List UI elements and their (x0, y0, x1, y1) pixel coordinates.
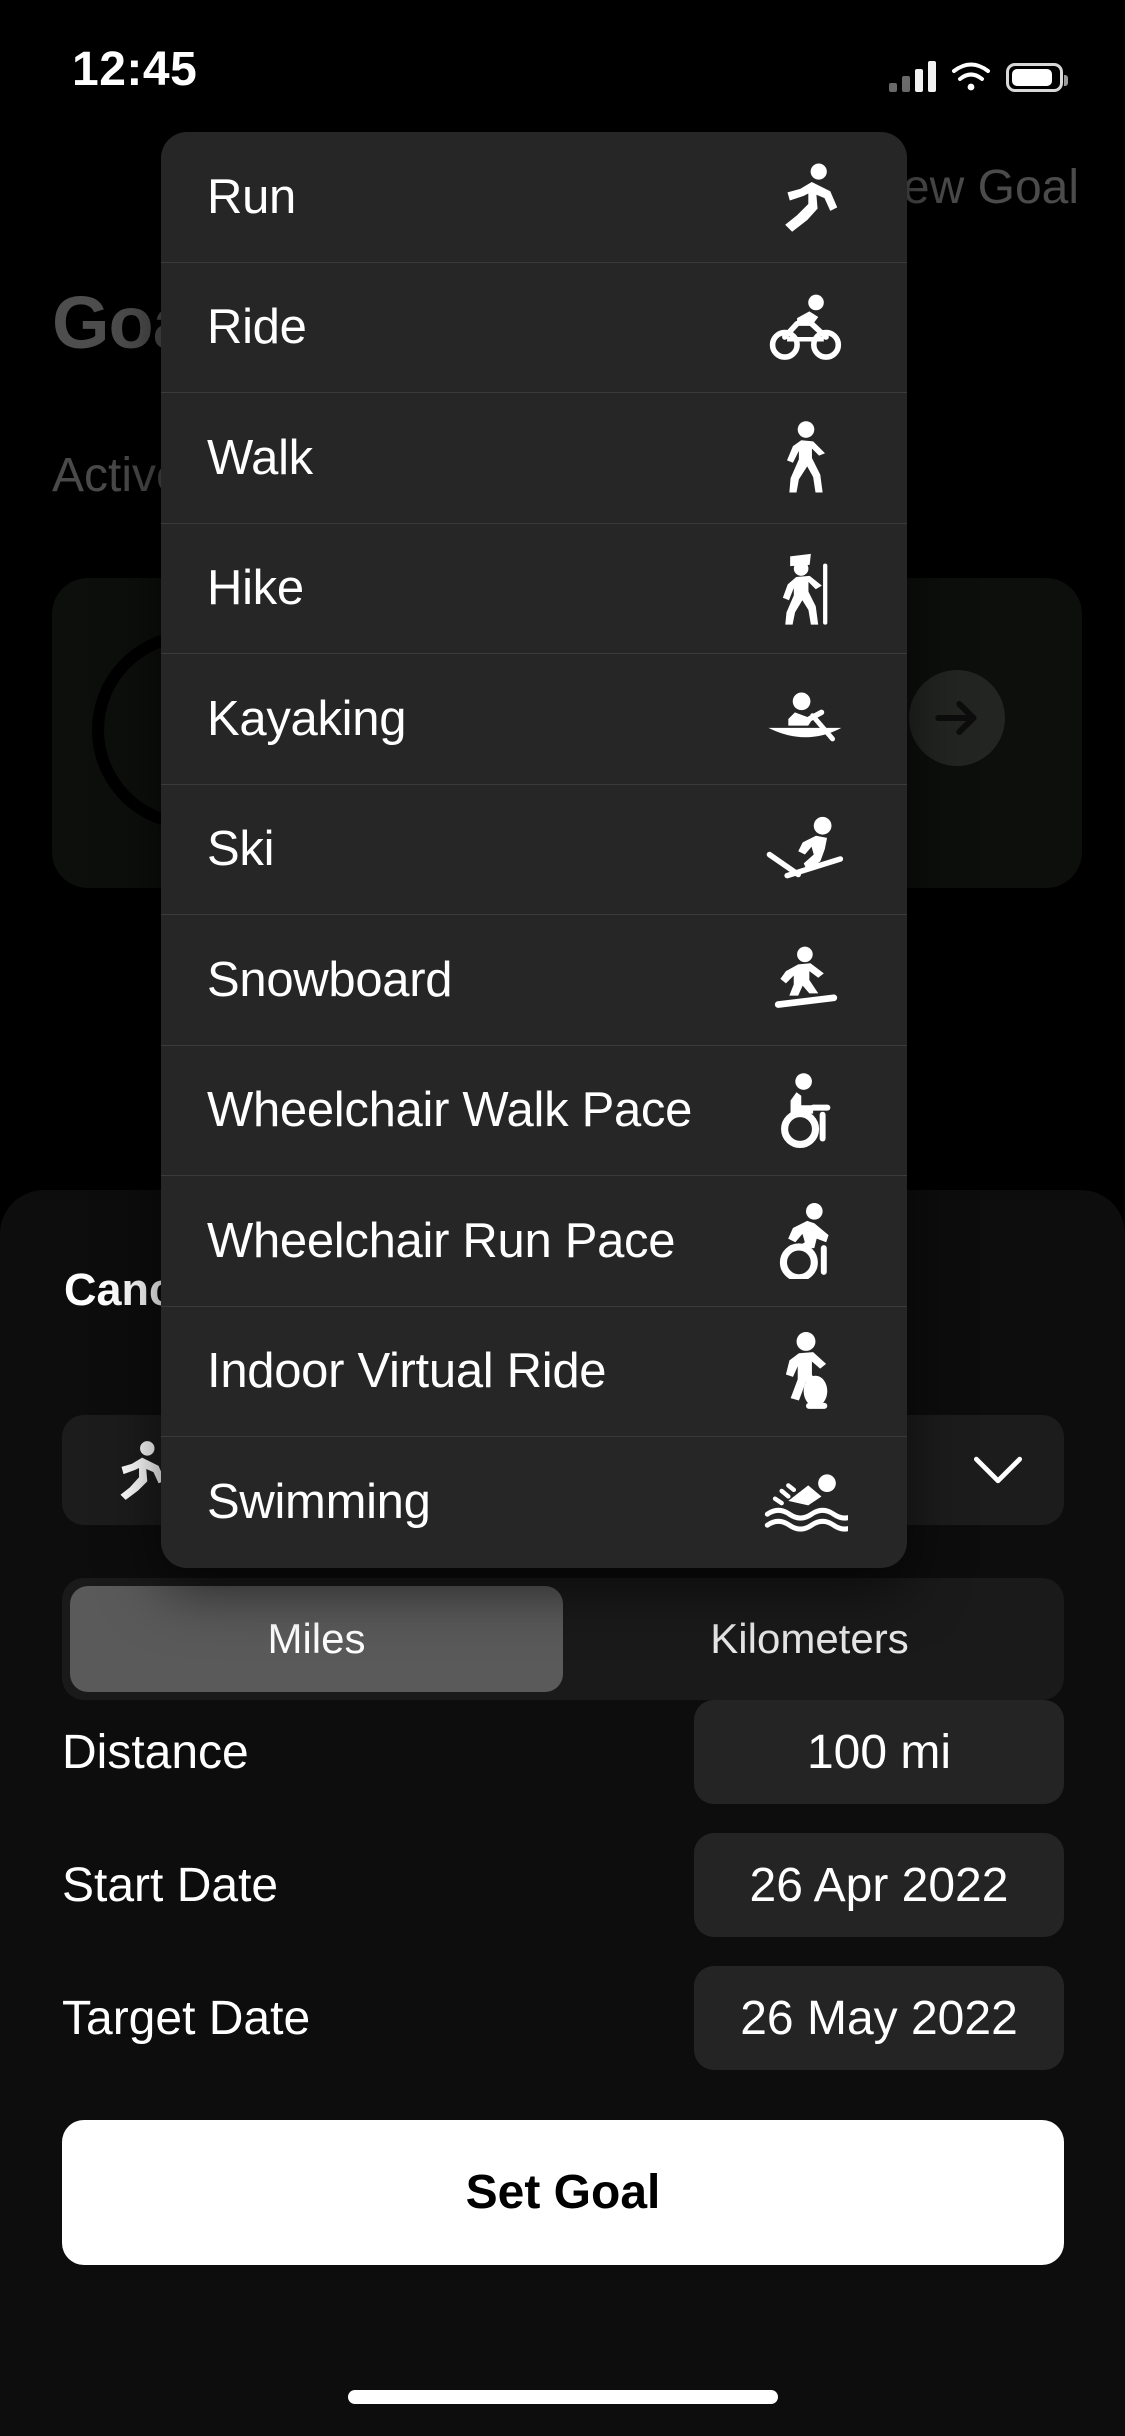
kayak-icon (751, 688, 861, 750)
field-target-date: Target Date 26 May 2022 (62, 1966, 1064, 2070)
status-time: 12:45 (72, 43, 198, 96)
swim-icon (751, 1472, 861, 1532)
field-label: Target Date (62, 1991, 311, 2045)
cellular-bars-icon (889, 60, 936, 92)
dropdown-item-kayaking[interactable]: Kayaking (161, 654, 907, 785)
dropdown-item-wheelchair-walk-pace[interactable]: Wheelchair Walk Pace (161, 1046, 907, 1176)
snowboard-icon (751, 944, 861, 1016)
bike-icon (751, 292, 861, 362)
walk-icon (751, 420, 861, 496)
battery-icon (1006, 63, 1068, 92)
chevron-down-icon (968, 1454, 1028, 1486)
dropdown-item-label: Kayaking (207, 691, 407, 746)
field-start-date: Start Date 26 Apr 2022 (62, 1833, 1064, 1937)
dropdown-item-label: Walk (207, 430, 313, 485)
dropdown-item-ride[interactable]: Ride (161, 263, 907, 393)
dropdown-item-walk[interactable]: Walk (161, 393, 907, 524)
dropdown-item-label: Wheelchair Walk Pace (207, 1083, 693, 1138)
wheelchair-walk-icon (751, 1072, 861, 1149)
dropdown-item-label: Wheelchair Run Pace (207, 1213, 676, 1268)
dropdown-item-swimming[interactable]: Swimming (161, 1437, 907, 1568)
field-distance: Distance 100 mi (62, 1700, 1064, 1804)
target-date-value-button[interactable]: 26 May 2022 (694, 1966, 1064, 2070)
phone-screen: New Goal Goals Active Cancel Miles Kilom (0, 0, 1125, 2436)
wheelchair-run-icon (751, 1202, 861, 1279)
status-bar: 12:45 (0, 0, 1125, 140)
dropdown-item-label: Indoor Virtual Ride (207, 1344, 607, 1399)
dropdown-item-snowboard[interactable]: Snowboard (161, 915, 907, 1046)
arrow-right-icon[interactable] (909, 670, 1005, 766)
segment-kilometers[interactable]: Kilometers (563, 1586, 1056, 1692)
ski-icon (751, 814, 861, 884)
dropdown-item-run[interactable]: Run (161, 132, 907, 263)
field-label: Start Date (62, 1858, 279, 1912)
dropdown-item-label: Swimming (207, 1475, 431, 1530)
dropdown-item-label: Hike (207, 561, 304, 616)
field-label: Distance (62, 1725, 249, 1779)
start-date-value-button[interactable]: 26 Apr 2022 (694, 1833, 1064, 1937)
dropdown-item-ski[interactable]: Ski (161, 785, 907, 915)
hike-icon (751, 549, 861, 627)
home-indicator (347, 2390, 778, 2404)
set-goal-button[interactable]: Set Goal (62, 2120, 1064, 2265)
dropdown-item-label: Ride (207, 300, 307, 355)
dropdown-item-indoor-virtual-ride[interactable]: Indoor Virtual Ride (161, 1307, 907, 1437)
units-segmented-control[interactable]: Miles Kilometers (62, 1578, 1064, 1700)
dropdown-item-label: Run (207, 169, 296, 224)
dropdown-item-label: Ski (207, 822, 275, 877)
wifi-icon (950, 60, 992, 92)
status-indicators (889, 48, 1068, 92)
dropdown-item-wheelchair-run-pace[interactable]: Wheelchair Run Pace (161, 1176, 907, 1307)
indoor-ride-icon (751, 1332, 861, 1410)
segment-miles[interactable]: Miles (70, 1586, 563, 1692)
distance-value-button[interactable]: 100 mi (694, 1700, 1064, 1804)
activity-dropdown[interactable]: Run Ride Walk Hike Kayaking Ski Snowboar… (161, 132, 907, 1568)
dropdown-item-hike[interactable]: Hike (161, 524, 907, 654)
run-icon (751, 160, 861, 234)
dropdown-item-label: Snowboard (207, 952, 453, 1007)
